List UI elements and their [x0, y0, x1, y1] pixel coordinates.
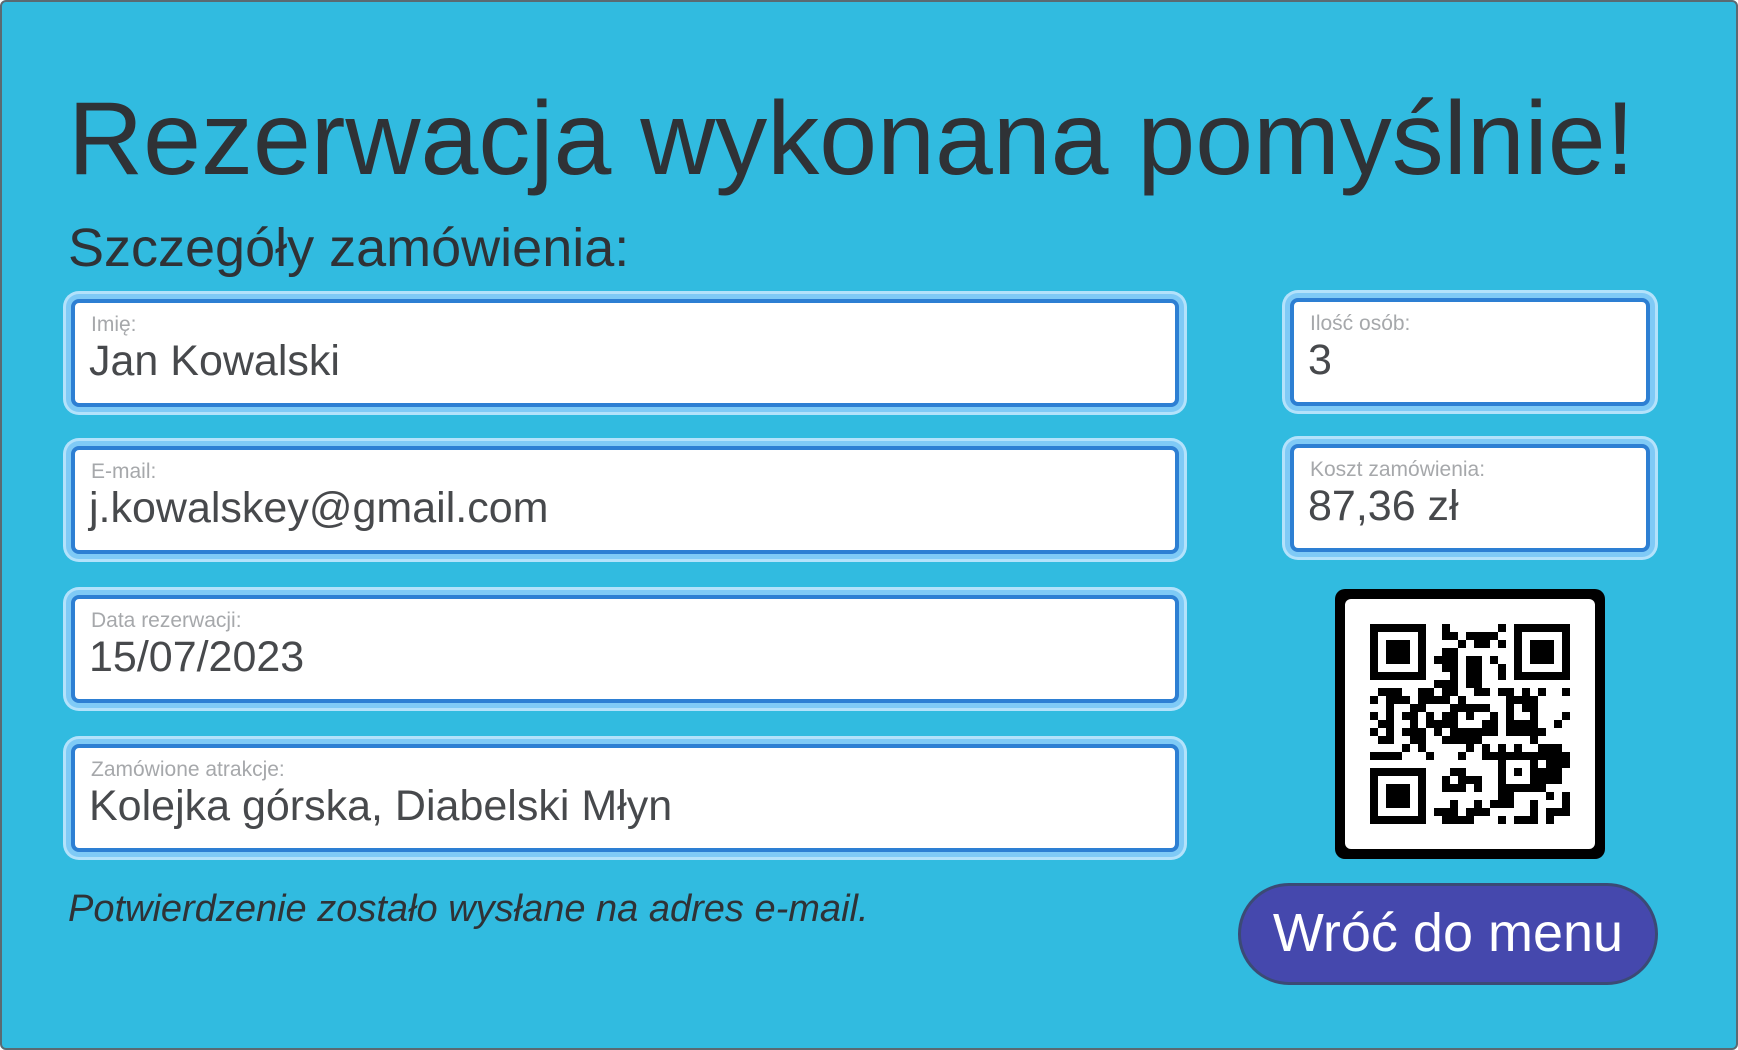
page-title: Rezerwacja wykonana pomyślnie! [68, 81, 1635, 197]
back-to-menu-button[interactable]: Wróć do menu [1238, 883, 1658, 985]
order-cost-label: Koszt zamówienia: [1310, 458, 1486, 481]
order-details-heading: Szczegóły zamówienia: [68, 218, 630, 278]
email-field: E-mail: j.kowalskey@gmail.com [71, 446, 1179, 554]
email-field-value: j.kowalskey@gmail.com [89, 484, 549, 532]
people-count-label: Ilość osób: [1310, 312, 1411, 335]
people-count-value: 3 [1308, 336, 1332, 384]
confirmation-note: Potwierdzenie zostało wysłane na adres e… [68, 888, 869, 930]
reservation-date-value: 15/07/2023 [89, 633, 305, 681]
attractions-field: Zamówione atrakcje: Kolejka górska, Diab… [71, 744, 1179, 852]
reservation-date-label: Data rezerwacji: [91, 609, 242, 632]
order-cost-value: 87,36 zł [1308, 482, 1459, 530]
attractions-value: Kolejka górska, Diabelski Młyn [89, 782, 673, 830]
people-count-field: Ilość osób: 3 [1290, 298, 1650, 406]
name-field-value: Jan Kowalski [89, 337, 340, 385]
email-field-label: E-mail: [91, 460, 157, 483]
qr-code-icon [1335, 589, 1605, 859]
name-field: Imię: Jan Kowalski [71, 299, 1179, 407]
reservation-date-field: Data rezerwacji: 15/07/2023 [71, 595, 1179, 703]
reservation-panel: Rezerwacja wykonana pomyślnie! Szczegóły… [0, 0, 1738, 1050]
attractions-label: Zamówione atrakcje: [91, 758, 285, 781]
order-cost-field: Koszt zamówienia: 87,36 zł [1290, 444, 1650, 552]
name-field-label: Imię: [91, 313, 137, 336]
